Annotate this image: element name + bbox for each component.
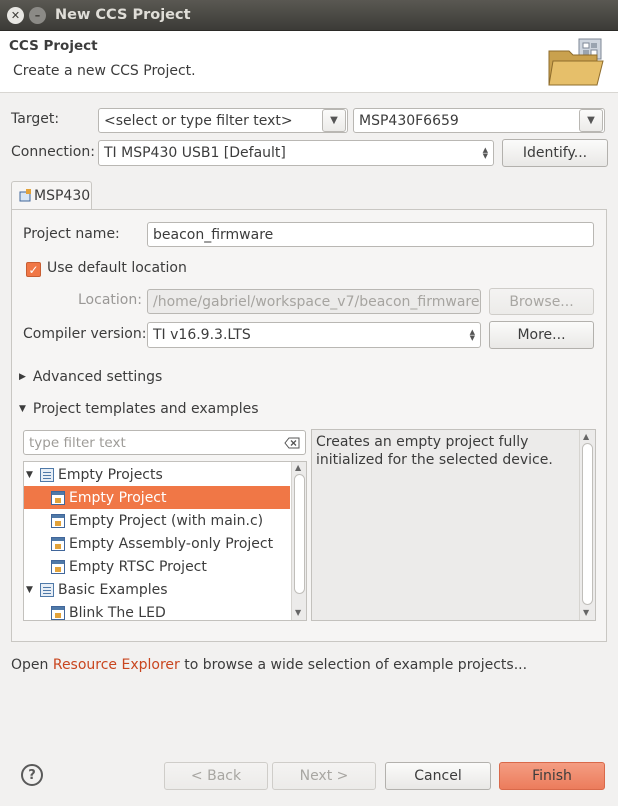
template-description-box: Creates an empty project fully initializ…: [311, 429, 596, 621]
tree-scrollbar[interactable]: ▲ ▼: [291, 462, 306, 620]
folder-icon: [40, 467, 54, 482]
scroll-up-icon[interactable]: ▲: [583, 432, 589, 441]
chevron-down-icon: ▼: [19, 404, 26, 414]
chevron-down-icon: ▼: [26, 584, 33, 595]
chevron-down-icon: ▼: [26, 469, 33, 480]
checkmark-icon: ✓: [28, 262, 39, 277]
scrollbar-thumb[interactable]: [294, 474, 305, 594]
help-icon[interactable]: ?: [21, 764, 43, 786]
templates-section-toggle[interactable]: ▼ Project templates and examples: [19, 401, 259, 417]
tree-item-label: Empty Project (with main.c): [69, 512, 264, 529]
compiler-version-label: Compiler version:: [23, 326, 147, 342]
template-filter-input[interactable]: type filter text: [23, 430, 306, 455]
connection-combo[interactable]: TI MSP430 USB1 [Default] ▲ ▼: [98, 140, 494, 166]
updown-icon: ▲ ▼: [469, 328, 475, 342]
updown-icon: ▲ ▼: [482, 146, 488, 160]
clear-text-icon[interactable]: [284, 437, 300, 449]
advanced-settings-label: Advanced settings: [32, 369, 163, 385]
default-location-label: Use default location: [47, 260, 187, 276]
hint-prefix: Open: [11, 657, 53, 673]
browse-button[interactable]: Browse...: [489, 288, 594, 315]
back-button[interactable]: < Back: [164, 762, 268, 790]
template-filter-placeholder: type filter text: [29, 434, 126, 451]
tree-item-label: Empty Project: [69, 489, 167, 506]
target-filter-combo[interactable]: <select or type filter text>: [98, 108, 348, 133]
more-button[interactable]: More...: [489, 321, 594, 349]
project-icon: [51, 605, 65, 620]
tree-item-empty-assembly[interactable]: Empty Assembly-only Project: [24, 532, 290, 555]
tab-msp430[interactable]: MSP430: [11, 181, 92, 210]
finish-button[interactable]: Finish: [499, 762, 605, 790]
tree-item-empty-project-main[interactable]: Empty Project (with main.c): [24, 509, 290, 532]
target-filter-dropdown-button[interactable]: ▼: [322, 109, 346, 132]
tree-item-label: Empty Projects: [58, 466, 163, 483]
location-input[interactable]: /home/gabriel/workspace_v7/beacon_firmwa…: [147, 289, 481, 314]
project-name-input[interactable]: beacon_firmware: [147, 222, 594, 247]
location-label: Location:: [78, 292, 142, 308]
page-description: Create a new CCS Project.: [13, 63, 196, 79]
device-dropdown-button[interactable]: ▼: [579, 109, 603, 132]
advanced-settings-toggle[interactable]: ▶ Advanced settings: [19, 369, 162, 385]
close-window-button[interactable]: ✕: [7, 7, 24, 24]
hint-suffix: to browse a wide selection of example pr…: [179, 657, 528, 673]
tab-label: MSP430: [34, 188, 91, 204]
scrollbar-thumb[interactable]: [582, 443, 593, 605]
scroll-down-icon[interactable]: ▼: [295, 608, 301, 617]
wizard-header: CCS Project Create a new CCS Project.: [0, 31, 618, 93]
title-bar: ✕ – New CCS Project: [0, 0, 618, 31]
project-name-label: Project name:: [23, 226, 120, 242]
chip-icon: [19, 189, 31, 202]
page-title: CCS Project: [9, 38, 98, 54]
chevron-down-icon: ▼: [330, 115, 338, 126]
scroll-down-icon[interactable]: ▼: [583, 608, 589, 617]
target-label: Target:: [11, 111, 60, 127]
tree-item-label: Blink The LED: [69, 604, 166, 621]
tree-item-empty-rtsc[interactable]: Empty RTSC Project: [24, 555, 290, 578]
folder-wizard-icon: [548, 38, 604, 86]
resource-explorer-link[interactable]: Resource Explorer: [53, 657, 180, 673]
window-title: New CCS Project: [55, 7, 191, 23]
project-name-value: beacon_firmware: [153, 226, 274, 243]
compiler-version-value: TI v16.9.3.LTS: [153, 327, 251, 343]
target-filter-value: <select or type filter text>: [104, 112, 293, 129]
compiler-version-combo[interactable]: TI v16.9.3.LTS ▲ ▼: [147, 322, 481, 348]
description-scrollbar[interactable]: ▲ ▼: [579, 430, 595, 620]
tree-item-label: Empty RTSC Project: [69, 558, 207, 575]
resource-explorer-hint: Open Resource Explorer to browse a wide …: [11, 657, 527, 673]
templates-section-label: Project templates and examples: [32, 401, 259, 417]
tree-item-empty-project[interactable]: Empty Project: [24, 486, 290, 509]
connection-value: TI MSP430 USB1 [Default]: [104, 145, 286, 161]
tree-item-basic-examples[interactable]: ▼ Basic Examples: [24, 578, 290, 601]
connection-label: Connection:: [11, 144, 95, 160]
identify-button[interactable]: Identify...: [502, 139, 608, 167]
device-value: MSP430F6659: [359, 112, 459, 129]
tree-item-label: Empty Assembly-only Project: [69, 535, 274, 552]
project-icon: [51, 536, 65, 551]
cancel-button[interactable]: Cancel: [385, 762, 491, 790]
project-icon: [51, 513, 65, 528]
tree-item-blink-led[interactable]: Blink The LED: [24, 601, 290, 621]
location-value: /home/gabriel/workspace_v7/beacon_firmwa…: [153, 293, 480, 310]
tree-item-label: Basic Examples: [58, 581, 168, 598]
templates-tree: ▼ Empty Projects Empty Project Empty Pro…: [23, 461, 307, 621]
next-button[interactable]: Next >: [272, 762, 376, 790]
device-combo[interactable]: MSP430F6659: [353, 108, 605, 133]
default-location-checkbox[interactable]: ✓: [26, 262, 41, 277]
chevron-down-icon: ▼: [587, 115, 595, 126]
minimize-window-button[interactable]: –: [29, 7, 46, 24]
chevron-right-icon: ▶: [19, 372, 26, 382]
project-icon: [51, 490, 65, 505]
scroll-up-icon[interactable]: ▲: [295, 463, 301, 472]
template-description-text: Creates an empty project fully initializ…: [316, 434, 553, 468]
tree-item-empty-projects[interactable]: ▼ Empty Projects: [24, 463, 290, 486]
project-icon: [51, 559, 65, 574]
folder-icon: [40, 582, 54, 597]
